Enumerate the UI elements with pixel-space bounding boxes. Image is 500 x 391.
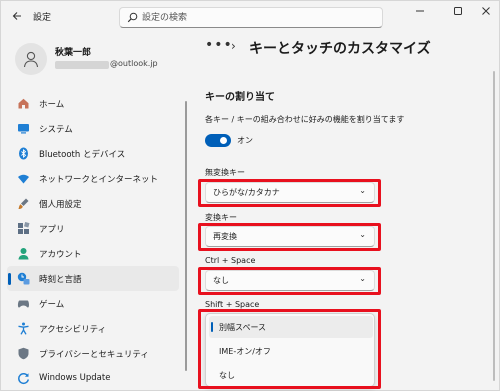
toggle-state-label: オン xyxy=(237,136,253,145)
close-icon xyxy=(482,7,490,15)
muhenkan-key-dropdown[interactable]: ひらがな/カタカナ ⌄ xyxy=(205,182,375,203)
shift-space-dropdown-menu: 別幅スペース IME-オン/オフ なし xyxy=(205,313,375,387)
sidebar-item-label: ゲーム xyxy=(39,300,65,310)
sidebar-scrollbar[interactable] xyxy=(185,101,187,371)
menu-option-label: なし xyxy=(219,371,235,380)
shield-icon xyxy=(18,347,29,360)
henkan-key-label: 変換キー xyxy=(205,213,237,222)
chevron-down-icon: ⌄ xyxy=(359,230,366,239)
page-title: キーとタッチのカスタマイズ xyxy=(249,41,431,57)
section-description: 各キー / キーの組み合わせに好みの機能を割り当てます xyxy=(205,115,405,124)
sidebar-item-label: 個人用設定 xyxy=(39,200,82,210)
search-input[interactable] xyxy=(142,10,372,25)
menu-option[interactable]: 別幅スペース xyxy=(209,316,373,338)
selection-indicator xyxy=(8,273,11,285)
sidebar-item-label: アクセシビリティ xyxy=(39,325,107,335)
email-redaction xyxy=(55,61,109,69)
close-button[interactable] xyxy=(475,5,497,21)
user-name: 秋葉一郎 xyxy=(55,48,92,58)
dropdown-value: 再変換 xyxy=(213,232,237,241)
dropdown-value: なし xyxy=(213,276,229,285)
sidebar-item-label: Windows Update xyxy=(39,373,111,383)
arrow-left-icon xyxy=(12,12,21,20)
apps-icon xyxy=(18,222,30,234)
sidebar-item-system[interactable]: システム xyxy=(7,116,179,141)
user-icon xyxy=(23,51,39,68)
breadcrumb: ••• › キーとタッチのカスタマイズ xyxy=(205,37,495,59)
sidebar-item-label: ホーム xyxy=(39,100,65,110)
title-bar: 設定 xyxy=(1,1,500,31)
main-scrollbar[interactable] xyxy=(493,71,495,381)
sidebar-item-accounts[interactable]: アカウント xyxy=(7,241,179,266)
sidebar-item-windows-update[interactable]: Windows Update xyxy=(7,366,179,391)
sidebar-item-label: アプリ xyxy=(39,225,65,235)
home-icon xyxy=(18,98,29,109)
chevron-down-icon: ⌄ xyxy=(359,186,366,195)
sidebar-item-accessibility[interactable]: アクセシビリティ xyxy=(7,316,179,341)
breadcrumb-more-button[interactable]: ••• xyxy=(205,37,233,53)
user-profile[interactable]: 秋葉一郎 @outlook.jp xyxy=(15,43,185,75)
menu-option-label: IME-オン/オフ xyxy=(219,347,271,356)
selection-indicator xyxy=(211,322,213,332)
time-language-icon xyxy=(17,272,30,285)
sidebar-item-apps[interactable]: アプリ xyxy=(7,216,179,241)
sidebar-item-time-language[interactable]: 時刻と言語 xyxy=(7,266,179,291)
shift-space-label: Shift + Space xyxy=(205,300,260,309)
accessibility-icon xyxy=(18,322,29,335)
search-icon xyxy=(127,12,138,23)
toggle-knob xyxy=(220,137,227,144)
muhenkan-key-label: 無変換キー xyxy=(205,168,245,177)
user-email: @outlook.jp xyxy=(110,59,158,68)
update-icon xyxy=(18,372,30,385)
avatar xyxy=(15,43,47,75)
chevron-right-icon: › xyxy=(231,39,236,53)
sidebar-item-home[interactable]: ホーム xyxy=(7,91,179,116)
sidebar-item-privacy[interactable]: プライバシーとセキュリティ xyxy=(7,341,179,366)
app-title: 設定 xyxy=(33,13,52,23)
network-icon xyxy=(18,174,29,184)
dropdown-value: ひらがな/カタカナ xyxy=(213,188,280,197)
system-icon xyxy=(18,124,29,134)
back-button[interactable] xyxy=(9,8,25,24)
sidebar-item-personalization[interactable]: 個人用設定 xyxy=(7,191,179,216)
sidebar-item-label: プライバシーとセキュリティ xyxy=(39,350,149,360)
sidebar-item-gaming[interactable]: ゲーム xyxy=(7,291,179,316)
menu-option[interactable]: IME-オン/オフ xyxy=(209,340,373,362)
sidebar-item-label: Bluetooth とデバイス xyxy=(39,150,126,160)
sidebar-item-label: ネットワークとインターネット xyxy=(39,175,159,185)
maximize-icon xyxy=(454,7,462,15)
maximize-button[interactable] xyxy=(447,5,469,21)
henkan-key-dropdown[interactable]: 再変換 ⌄ xyxy=(205,226,375,247)
bluetooth-icon xyxy=(19,147,28,160)
settings-window: 設定 秋葉一郎 @outlook.jp xyxy=(0,0,500,391)
chevron-down-icon: ⌄ xyxy=(359,274,366,283)
ctrl-space-label: Ctrl + Space xyxy=(205,256,256,265)
ctrl-space-dropdown[interactable]: なし ⌄ xyxy=(205,270,375,291)
sidebar-item-label: アカウント xyxy=(39,250,82,260)
sidebar-item-label: 時刻と言語 xyxy=(39,275,82,285)
menu-option-label: 別幅スペース xyxy=(219,323,267,332)
sidebar-item-bluetooth[interactable]: Bluetooth とデバイス xyxy=(7,141,179,166)
search-box[interactable] xyxy=(119,7,383,28)
menu-option[interactable]: なし xyxy=(209,364,373,386)
minimize-icon xyxy=(416,10,424,12)
sidebar-item-label: システム xyxy=(39,125,73,135)
sidebar-item-network[interactable]: ネットワークとインターネット xyxy=(7,166,179,191)
section-title: キーの割り当て xyxy=(205,92,275,103)
account-icon xyxy=(18,248,29,260)
gaming-icon xyxy=(17,300,30,308)
key-assignment-toggle[interactable] xyxy=(205,134,231,147)
minimize-button[interactable] xyxy=(409,5,431,21)
sidebar-nav: ホーム システム Bluetooth とデバイス ネットワークとインターネット xyxy=(7,91,179,391)
brush-icon xyxy=(18,198,29,209)
